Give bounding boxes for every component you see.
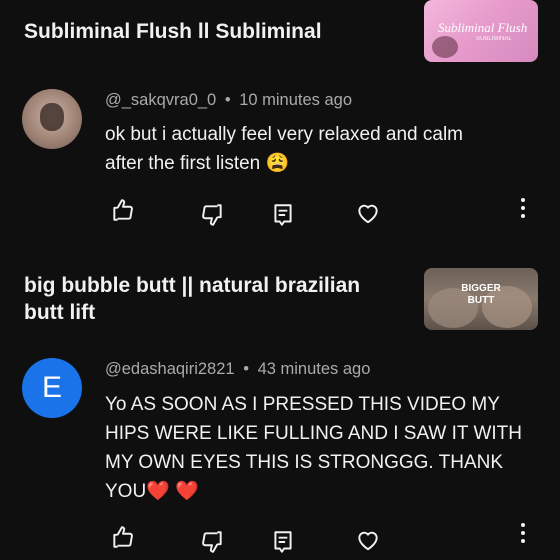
timestamp-2: 43 minutes ago xyxy=(257,360,371,378)
like-icon xyxy=(113,526,133,548)
like-icon xyxy=(113,199,133,221)
thumbnail-text-line: BIGGER xyxy=(461,283,501,294)
thumbnail-text-1: Subliminal Flush xyxy=(438,20,528,35)
video-title-1[interactable]: Subliminal Flush ll Subliminal xyxy=(24,18,322,45)
comment-line: MY OWN EYES THIS IS STRONGGG. THANK xyxy=(105,452,504,473)
comment-line: HIPS WERE LIKE FULLING AND I SAW IT WITH xyxy=(105,423,523,444)
like-button-1[interactable] xyxy=(110,197,136,223)
dislike-icon xyxy=(202,531,222,553)
more-vert-icon xyxy=(521,523,525,543)
more-options-button-1[interactable] xyxy=(520,197,526,219)
heart-icon xyxy=(358,204,378,224)
meta-separator-2: • xyxy=(243,360,249,378)
reply-button-2[interactable] xyxy=(270,529,296,555)
video-thumbnail-2[interactable]: BIGGER BUTT xyxy=(424,268,538,330)
like-button-2[interactable] xyxy=(110,524,136,550)
dislike-button-2[interactable] xyxy=(199,529,225,555)
meta-separator-1: • xyxy=(224,91,231,109)
reply-icon xyxy=(274,204,292,226)
avatar-1[interactable] xyxy=(22,89,82,149)
video-title-2[interactable]: big bubble butt || natural brazilian but… xyxy=(24,272,414,326)
heart-button-1[interactable] xyxy=(355,200,381,226)
thumbnail-text-2: BIGGER BUTT xyxy=(461,283,501,307)
comment-line: Yo AS SOON AS I PRESSED THIS VIDEO MY xyxy=(105,394,500,415)
dislike-button-1[interactable] xyxy=(199,202,225,228)
more-options-button-2[interactable] xyxy=(520,522,526,544)
comment-text-1: ok but i actually feel very relaxed and … xyxy=(105,120,545,178)
reply-button-1[interactable] xyxy=(270,202,296,228)
video-title-line: big bubble butt || natural brazilian xyxy=(24,274,361,297)
thumbnail-text-line: BUTT xyxy=(467,295,495,306)
comment-line: after the first listen 😩 xyxy=(105,153,290,174)
heart-button-2[interactable] xyxy=(355,527,381,553)
timestamp-1: 10 minutes ago xyxy=(239,91,353,109)
username-2[interactable]: @edashaqiri2821 xyxy=(105,360,235,378)
thumbnail-decoration xyxy=(432,36,458,58)
avatar-initial: E xyxy=(41,371,62,404)
comment-line: YOU❤️ ❤️ xyxy=(105,481,199,502)
avatar-2[interactable]: E xyxy=(22,358,82,418)
more-vert-icon xyxy=(521,198,525,218)
username-1[interactable]: @_sakqvra0_0 xyxy=(105,91,216,109)
video-thumbnail-1[interactable]: Subliminal Flush SUBLIMINAL xyxy=(424,0,538,62)
comment-meta-1: @_sakqvra0_0 • 10 minutes ago xyxy=(105,91,352,110)
reply-icon xyxy=(274,531,292,553)
thumbnail-subtext-1: SUBLIMINAL xyxy=(476,36,512,42)
heart-icon xyxy=(358,531,378,551)
dislike-icon xyxy=(202,204,222,226)
comment-text-2: Yo AS SOON AS I PRESSED THIS VIDEO MY HI… xyxy=(105,390,550,506)
comment-line: ok but i actually feel very relaxed and … xyxy=(105,124,464,145)
video-title-line: butt lift xyxy=(24,301,96,324)
comment-meta-2: @edashaqiri2821 • 43 minutes ago xyxy=(105,360,370,379)
avatar-figure xyxy=(40,103,64,131)
